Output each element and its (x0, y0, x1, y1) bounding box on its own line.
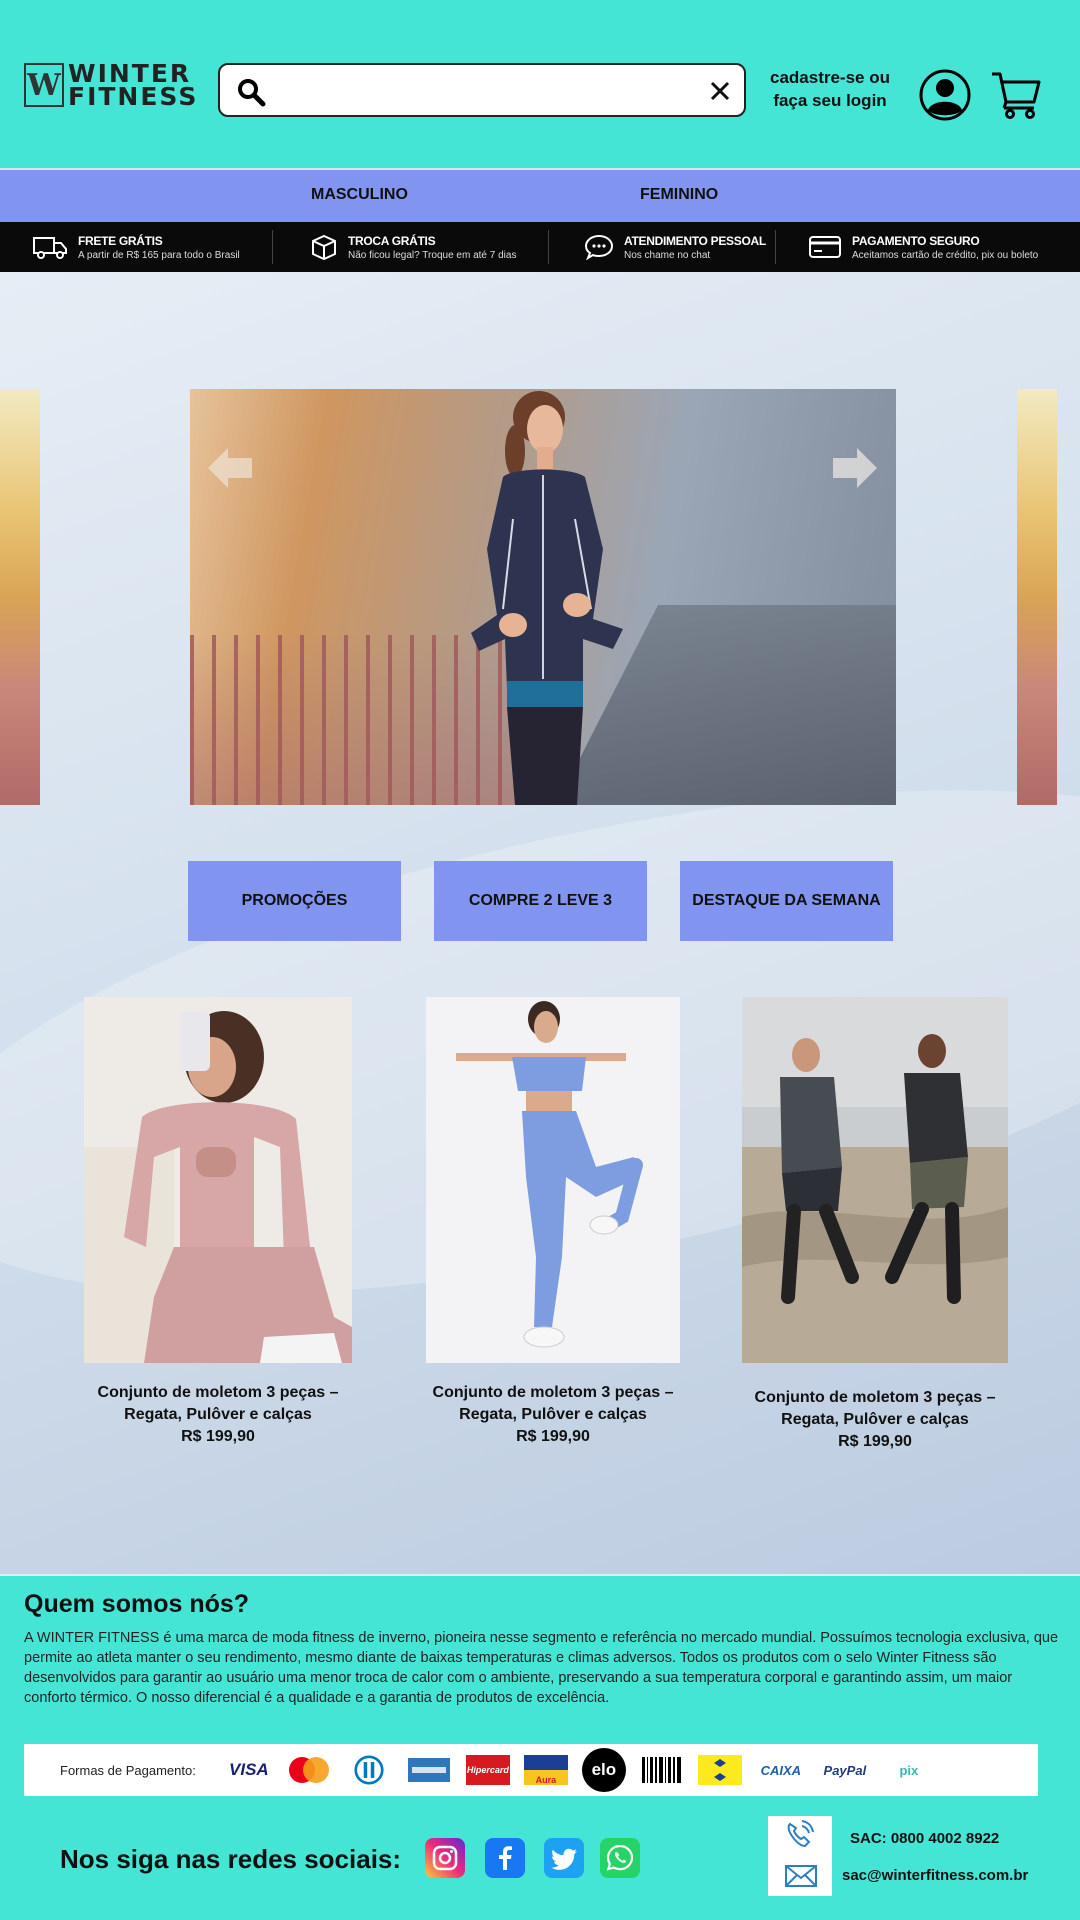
product-price: R$ 199,90 (516, 1428, 590, 1445)
benefit-troca: TROCA GRÁTIS Não ficou legal? Troque em … (310, 222, 516, 272)
user-icon[interactable] (918, 68, 972, 122)
social-title: Nos siga nas redes sociais: (60, 1844, 402, 1874)
divider (272, 230, 273, 264)
product-name-line1: Conjunto de moletom 3 peças – (97, 1384, 339, 1401)
logo[interactable]: W WINTER FITNESS (24, 61, 199, 111)
twitter-icon[interactable] (544, 1838, 584, 1878)
product-name-line1: Conjunto de moletom 3 peças – (432, 1384, 674, 1401)
product-card[interactable]: Conjunto de moletom 3 peças – Regata, Pu… (738, 1387, 1012, 1453)
arrow-right-icon[interactable] (831, 444, 879, 492)
card-icon (809, 236, 841, 258)
chat-icon (584, 234, 614, 261)
product-card[interactable]: Conjunto de moletom 3 peças – Regata, Pu… (84, 1382, 352, 1448)
product-price: R$ 199,90 (838, 1433, 912, 1450)
payment-methods: Formas de Pagamento: VISA Hipercard Aura… (24, 1744, 1038, 1796)
paypal-logo: PayPal (823, 1762, 867, 1778)
divider (775, 230, 776, 264)
hero-image (471, 391, 623, 805)
login-line2: faça seu login (773, 91, 887, 110)
product-image[interactable] (84, 997, 352, 1363)
about-title: Quem somos nós? (24, 1590, 250, 1618)
benefit-title: TROCA GRÁTIS (348, 233, 436, 248)
search-icon[interactable] (236, 77, 266, 107)
carousel-slide-next[interactable] (1017, 389, 1057, 805)
diners-logo (354, 1755, 384, 1785)
close-icon[interactable] (706, 77, 734, 105)
product-card[interactable]: Conjunto de moletom 3 peças – Regata, Pu… (418, 1382, 688, 1448)
benefits-bar: FRETE GRÁTIS A partir de R$ 165 para tod… (0, 222, 1080, 272)
sac-phone: SAC: 0800 4002 8922 (850, 1830, 1000, 1847)
whatsapp-icon[interactable] (600, 1838, 640, 1878)
logo-mark: W (24, 63, 64, 107)
truck-icon (33, 237, 67, 259)
footer: Quem somos nós? A WINTER FITNESS é uma m… (0, 1574, 1080, 1920)
mail-icon (785, 1865, 817, 1887)
promocoes-button[interactable]: PROMOÇÕES (188, 861, 401, 941)
nav-item-masculino[interactable]: MASCULINO (311, 186, 408, 204)
header: W WINTER FITNESS cadastre-se ou faça seu… (0, 0, 1080, 168)
facebook-icon[interactable] (485, 1838, 525, 1878)
main-nav: MASCULINO FEMININO (0, 170, 1080, 222)
sac-email[interactable]: sac@winterfitness.com.br (842, 1867, 1028, 1884)
product-price: R$ 199,90 (181, 1428, 255, 1445)
arrow-left-icon[interactable] (206, 444, 254, 492)
caixa-logo: CAIXA (760, 1762, 802, 1778)
payments-label: Formas de Pagamento: (60, 1762, 196, 1778)
amex-logo (407, 1758, 450, 1782)
contact-icons (768, 1816, 832, 1896)
product-name-line2: Regata, Pulôver e calças (459, 1406, 647, 1423)
product-name-line2: Regata, Pulôver e calças (781, 1411, 969, 1428)
benefit-atendimento: ATENDIMENTO PESSOAL Nos chame no chat (584, 222, 766, 272)
search-bar (218, 63, 746, 117)
benefit-subtitle: Nos chame no chat (624, 249, 711, 261)
hipercard-logo: Hipercard (465, 1755, 510, 1785)
box-icon (312, 234, 336, 261)
carousel-slide-prev[interactable] (0, 389, 40, 805)
product-name-line1: Conjunto de moletom 3 peças – (754, 1389, 996, 1406)
compre-2-leve-3-button[interactable]: COMPRE 2 LEVE 3 (434, 861, 647, 941)
divider (548, 230, 549, 264)
benefit-title: ATENDIMENTO PESSOAL (624, 233, 766, 248)
benefit-pagamento: PAGAMENTO SEGURO Aceitamos cartão de cré… (808, 222, 1038, 272)
carousel-slide-current[interactable] (190, 389, 896, 805)
destaque-da-semana-button[interactable]: DESTAQUE DA SEMANA (680, 861, 893, 941)
instagram-icon[interactable] (425, 1838, 465, 1878)
aura-logo: Aura (523, 1755, 568, 1785)
visa-logo: VISA (229, 1760, 269, 1779)
nav-item-feminino[interactable]: FEMININO (640, 186, 718, 204)
phone-icon (787, 1820, 814, 1848)
product-image[interactable] (426, 997, 680, 1363)
main-content: PROMOÇÕES COMPRE 2 LEVE 3 DESTAQUE DA SE… (0, 272, 1080, 1574)
logo-line2: FITNESS (68, 82, 199, 111)
search-input[interactable] (280, 73, 680, 109)
boleto-logo (641, 1757, 681, 1783)
benefit-frete: FRETE GRÁTIS A partir de R$ 165 para tod… (32, 222, 240, 272)
banco-do-brasil-logo (697, 1755, 742, 1785)
benefit-title: PAGAMENTO SEGURO (852, 233, 980, 248)
cart-icon[interactable] (990, 68, 1042, 120)
pix-logo: pix (899, 1762, 919, 1778)
product-name-line2: Regata, Pulôver e calças (124, 1406, 312, 1423)
login-link[interactable]: cadastre-se ou faça seu login (758, 66, 902, 112)
benefit-subtitle: Não ficou legal? Troque em até 7 dias (348, 249, 517, 261)
product-image[interactable] (742, 997, 1008, 1363)
benefit-title: FRETE GRÁTIS (78, 233, 163, 248)
benefit-subtitle: A partir de R$ 165 para todo o Brasil (78, 249, 240, 261)
benefit-subtitle: Aceitamos cartão de crédito, pix ou bole… (852, 249, 1039, 261)
elo-logo: elo (581, 1748, 626, 1792)
about-text: A WINTER FITNESS é uma marca de moda fit… (24, 1630, 1059, 1706)
mastercard-logo (288, 1757, 329, 1783)
login-line1: cadastre-se ou (770, 68, 890, 87)
